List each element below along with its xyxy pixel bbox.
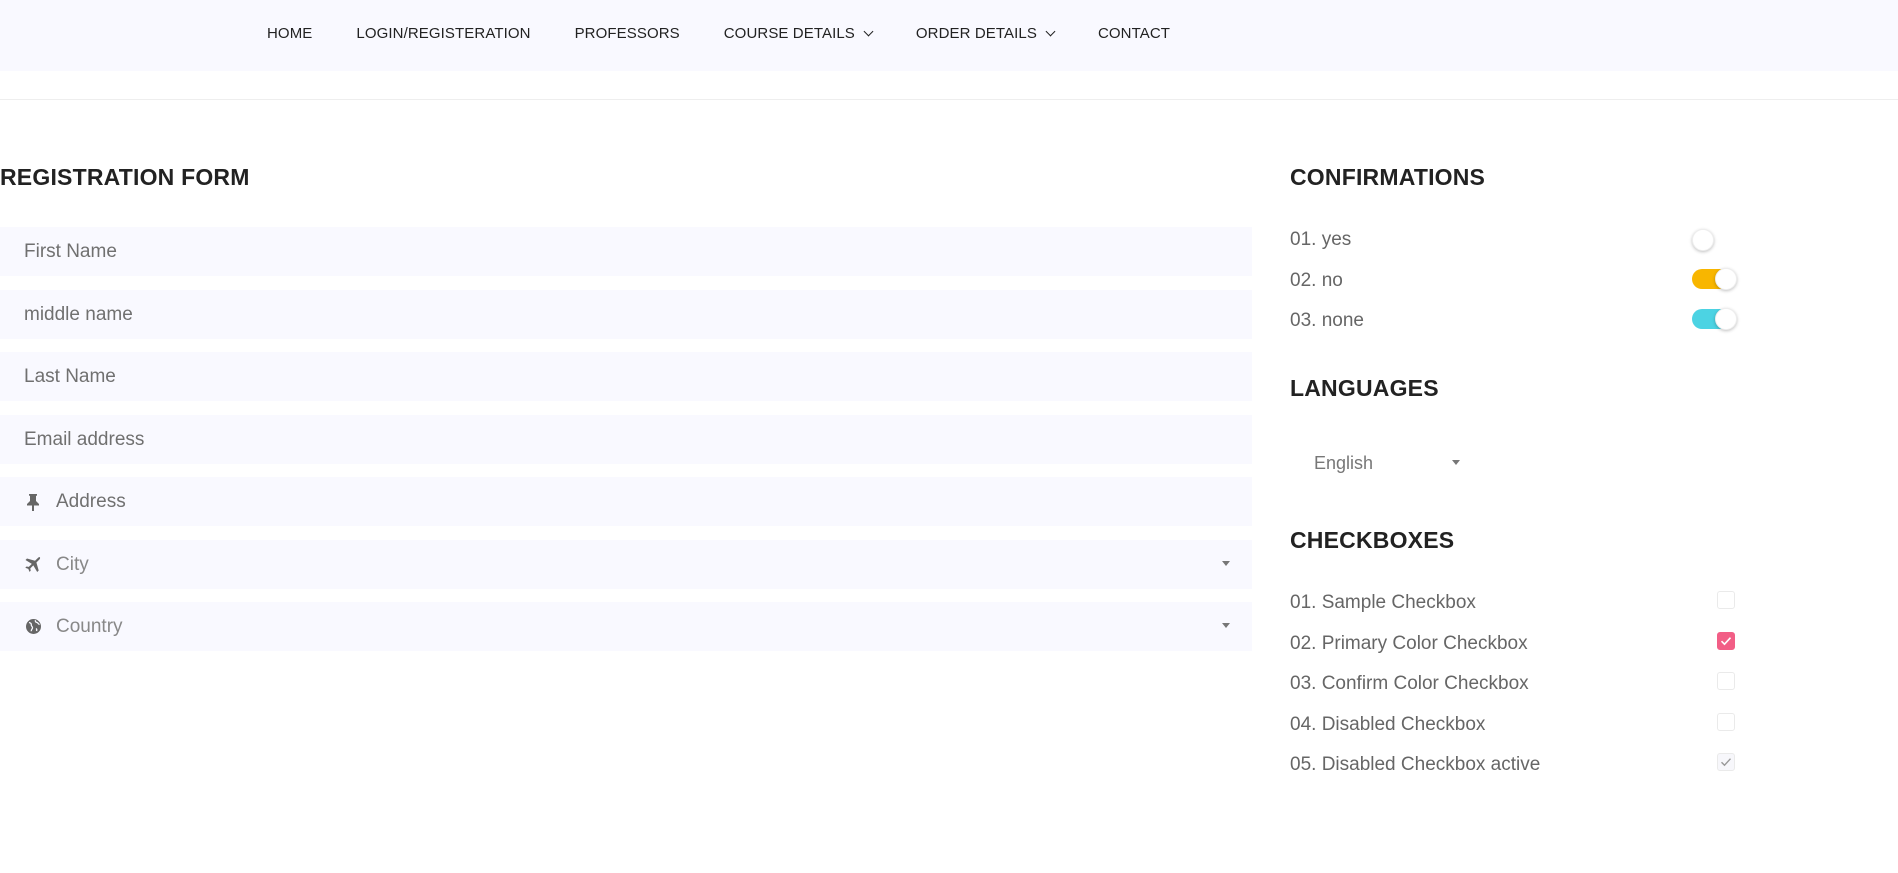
email-placeholder: Email address bbox=[24, 428, 145, 450]
confirmation-label-yes: 01. yes bbox=[1290, 229, 1352, 250]
checkbox-label-sample: 01. Sample Checkbox bbox=[1290, 592, 1476, 613]
chevron-down-icon bbox=[1045, 26, 1056, 37]
caret-down-icon bbox=[1222, 623, 1230, 628]
confirmation-label-none: 03. none bbox=[1290, 310, 1364, 331]
nav-order-details-label: ORDER DETAILS bbox=[915, 25, 1037, 42]
toggle-knob bbox=[1715, 308, 1737, 330]
divider bbox=[0, 99, 1898, 100]
checkmark-icon bbox=[1721, 758, 1732, 767]
toggle-knob bbox=[1692, 229, 1714, 251]
nav-order-details[interactable]: ORDER DETAILS bbox=[915, 25, 1056, 42]
registration-form-title: REGISTRATION FORM bbox=[0, 164, 250, 190]
nav-course-details[interactable]: COURSE DETAILS bbox=[723, 25, 874, 42]
sample-checkbox[interactable] bbox=[1717, 591, 1735, 609]
nav-login-label: LOGIN/REGISTERATION bbox=[356, 25, 531, 42]
caret-down-icon bbox=[1222, 561, 1230, 566]
confirmation-label-no: 02. no bbox=[1290, 270, 1343, 291]
city-select[interactable]: City bbox=[0, 540, 1252, 589]
nav-professors[interactable]: PROFESSORS bbox=[575, 25, 680, 42]
nav-course-details-label: COURSE DETAILS bbox=[723, 25, 855, 42]
disabled-checkbox-active bbox=[1717, 753, 1735, 771]
checkbox-label-confirm: 03. Confirm Color Checkbox bbox=[1290, 673, 1529, 694]
address-input[interactable]: Address bbox=[0, 477, 1252, 526]
checkbox-label-primary: 02. Primary Color Checkbox bbox=[1290, 633, 1528, 654]
chevron-down-icon bbox=[863, 26, 874, 37]
language-select[interactable]: English bbox=[1290, 448, 1470, 478]
top-navbar: HOME LOGIN/REGISTERATION PROFESSORS COUR… bbox=[0, 0, 1898, 71]
first-name-placeholder: First Name bbox=[24, 240, 117, 262]
pushpin-icon bbox=[24, 493, 42, 511]
country-select[interactable]: Country bbox=[0, 602, 1252, 651]
toggle-knob bbox=[1715, 268, 1737, 290]
confirm-color-checkbox[interactable] bbox=[1717, 672, 1735, 690]
airplane-icon bbox=[24, 556, 42, 574]
toggle-switch-none[interactable] bbox=[1692, 308, 1737, 330]
languages-title: LANGUAGES bbox=[1290, 375, 1439, 401]
caret-down-icon bbox=[1452, 460, 1460, 465]
checkboxes-title: CHECKBOXES bbox=[1290, 527, 1455, 553]
nav-contact-label: CONTACT bbox=[1097, 25, 1171, 42]
confirmations-title: CONFIRMATIONS bbox=[1290, 164, 1486, 190]
checkbox-label-disabled-active: 05. Disabled Checkbox active bbox=[1290, 754, 1541, 775]
nav-contact[interactable]: CONTACT bbox=[1098, 25, 1170, 42]
primary-color-checkbox[interactable] bbox=[1717, 632, 1735, 650]
nav-home-label: HOME bbox=[267, 25, 313, 42]
country-selected-value: Country bbox=[56, 615, 123, 637]
checkmark-icon bbox=[1720, 637, 1732, 646]
email-input[interactable]: Email address bbox=[0, 415, 1252, 464]
last-name-input[interactable]: Last Name bbox=[0, 352, 1252, 401]
nav-login-registeration[interactable]: LOGIN/REGISTERATION bbox=[356, 25, 530, 42]
address-placeholder: Address bbox=[56, 490, 126, 512]
toggle-switch-no[interactable] bbox=[1692, 268, 1737, 290]
checkbox-label-disabled: 04. Disabled Checkbox bbox=[1290, 714, 1486, 735]
last-name-placeholder: Last Name bbox=[24, 365, 116, 387]
middle-name-placeholder: middle name bbox=[24, 303, 133, 325]
main-nav: HOME LOGIN/REGISTERATION PROFESSORS COUR… bbox=[267, 0, 1214, 67]
toggle-switch-yes[interactable] bbox=[1692, 229, 1736, 251]
nav-home[interactable]: HOME bbox=[267, 25, 312, 42]
middle-name-input[interactable]: middle name bbox=[0, 290, 1252, 339]
city-selected-value: City bbox=[56, 553, 89, 575]
language-selected-value: English bbox=[1314, 452, 1374, 473]
first-name-input[interactable]: First Name bbox=[0, 227, 1252, 276]
globe-icon bbox=[24, 618, 42, 636]
nav-professors-label: PROFESSORS bbox=[574, 25, 680, 42]
disabled-checkbox bbox=[1717, 713, 1735, 731]
